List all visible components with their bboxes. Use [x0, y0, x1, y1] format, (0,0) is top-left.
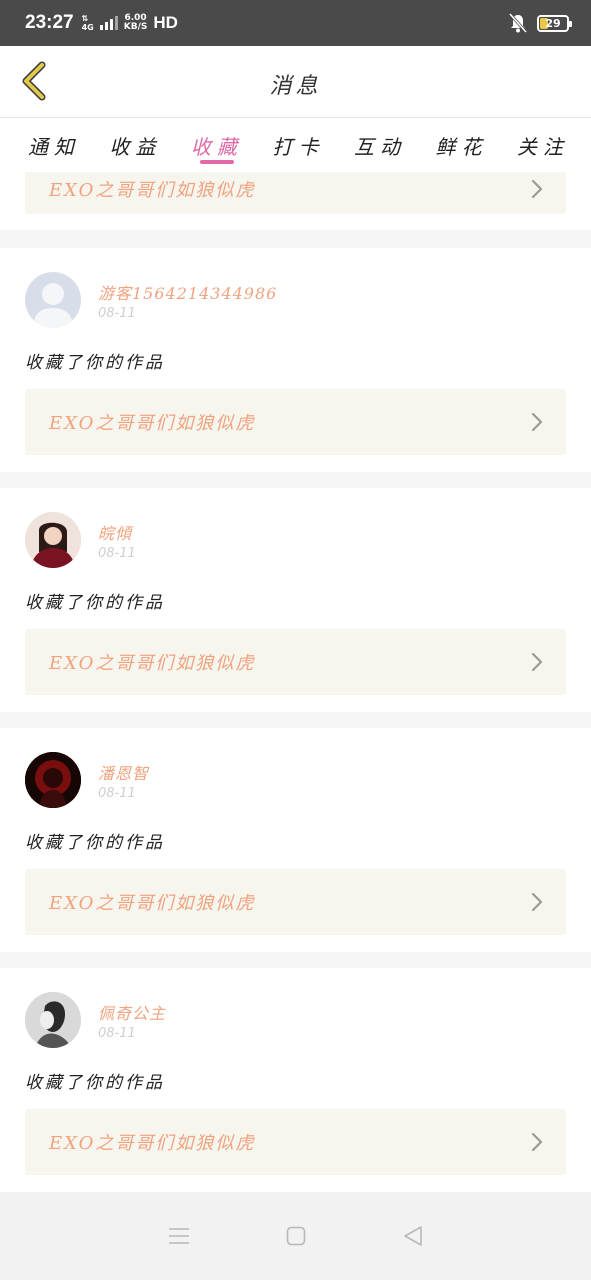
menu-button[interactable]	[159, 1216, 199, 1256]
user-photo-icon	[25, 992, 81, 1048]
signal-icon	[99, 16, 118, 30]
status-right: 29	[509, 13, 572, 33]
network-type-label: 4G	[81, 23, 94, 32]
tab-checkin[interactable]: 打卡	[259, 118, 339, 172]
action-text: 收藏了你的作品	[25, 1073, 165, 1093]
favorites-feed[interactable]: EXO之哥哥们如狼似虎 游客1564214344986 08-11 收藏了你的作…	[0, 172, 591, 1192]
work-link[interactable]: EXO之哥哥们如狼似虎	[25, 869, 566, 935]
work-link[interactable]: EXO之哥哥们如狼似虎	[25, 172, 566, 214]
user-name[interactable]: 佩奇公主	[98, 1000, 166, 1024]
network-speed: 6.00 KB/S	[124, 14, 148, 32]
page-title: 消息	[269, 74, 322, 99]
network-indicator: ⇅ 4G 6.00 KB/S HD	[82, 13, 178, 33]
list-item: EXO之哥哥们如狼似虎	[0, 172, 591, 230]
speed-unit: KB/S	[123, 22, 148, 32]
work-title: EXO之哥哥们如狼似虎	[49, 180, 256, 201]
list-item: 潘恩智 08-11 收藏了你的作品 EXO之哥哥们如狼似虎	[0, 728, 591, 952]
action-text: 收藏了你的作品	[25, 833, 165, 853]
action-text: 收藏了你的作品	[25, 593, 165, 613]
action-text: 收藏了你的作品	[25, 353, 165, 373]
back-triangle-icon	[403, 1226, 422, 1246]
battery-level: 29	[545, 16, 561, 30]
home-button[interactable]	[276, 1216, 316, 1256]
chevron-right-icon	[531, 652, 543, 672]
tab-flowers[interactable]: 鲜花	[422, 118, 502, 172]
tab-notifications[interactable]: 通知	[14, 118, 94, 172]
user-photo-icon	[25, 512, 81, 568]
chevron-right-icon	[531, 892, 543, 912]
home-icon	[286, 1226, 305, 1246]
chevron-right-icon	[531, 412, 543, 432]
avatar[interactable]	[25, 992, 81, 1048]
work-link[interactable]: EXO之哥哥们如狼似虎	[25, 1109, 566, 1175]
avatar[interactable]	[25, 752, 81, 808]
chevron-right-icon	[531, 1132, 543, 1152]
user-photo-icon	[25, 752, 81, 808]
item-date: 08-11	[98, 306, 136, 321]
system-nav-bar	[0, 1192, 591, 1280]
bell-muted-icon	[509, 13, 527, 33]
tab-bar: 通知 收益 收藏 打卡 互动 鲜花 关注	[0, 118, 591, 172]
item-date: 08-11	[98, 786, 136, 801]
user-name[interactable]: 游客1564214344986	[98, 280, 277, 304]
item-date: 08-11	[98, 1026, 136, 1041]
work-title: EXO之哥哥们如狼似虎	[49, 893, 256, 914]
avatar[interactable]	[25, 512, 81, 568]
header: 消息	[0, 46, 591, 118]
hd-indicator: HD	[153, 13, 178, 32]
item-date: 08-11	[98, 546, 136, 561]
work-title: EXO之哥哥们如狼似虎	[49, 1133, 256, 1154]
user-name[interactable]: 皖傾	[98, 520, 132, 544]
work-title: EXO之哥哥们如狼似虎	[49, 653, 256, 674]
tab-earnings[interactable]: 收益	[96, 118, 176, 172]
avatar[interactable]	[25, 272, 81, 328]
tab-interactions[interactable]: 互动	[340, 118, 420, 172]
status-bar: 23:27 ⇅ 4G 6.00 KB/S HD 29	[0, 0, 591, 46]
chevron-right-icon	[531, 179, 543, 199]
work-link[interactable]: EXO之哥哥们如狼似虎	[25, 389, 566, 455]
menu-icon	[168, 1228, 189, 1244]
default-avatar-icon	[33, 283, 73, 328]
list-item: 游客1564214344986 08-11 收藏了你的作品 EXO之哥哥们如狼似…	[0, 248, 591, 472]
status-time: 23:27	[25, 12, 74, 33]
list-item: 皖傾 08-11 收藏了你的作品 EXO之哥哥们如狼似虎	[0, 488, 591, 712]
back-nav-button[interactable]	[393, 1216, 433, 1256]
tab-follows[interactable]: 关注	[503, 118, 583, 172]
tab-favorites[interactable]: 收藏	[177, 118, 257, 172]
list-item: 佩奇公主 08-11 收藏了你的作品 EXO之哥哥们如狼似虎	[0, 968, 591, 1192]
battery-icon: 29	[537, 14, 572, 32]
work-title: EXO之哥哥们如狼似虎	[49, 413, 256, 434]
user-name[interactable]: 潘恩智	[98, 760, 149, 784]
network-type: ⇅ 4G	[81, 14, 94, 32]
work-link[interactable]: EXO之哥哥们如狼似虎	[25, 629, 566, 695]
